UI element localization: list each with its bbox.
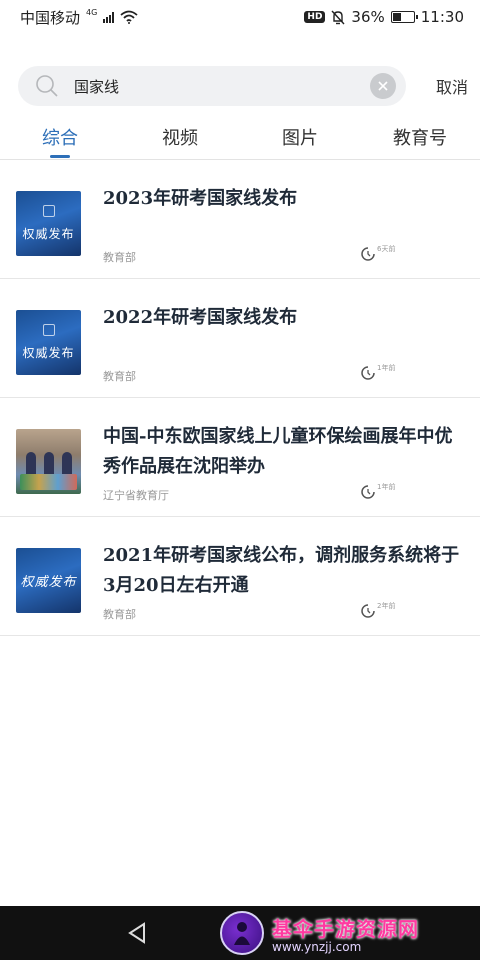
tab-images[interactable]: 图片 xyxy=(240,118,360,159)
photo-figure xyxy=(44,452,54,476)
search-input[interactable]: 国家线 xyxy=(74,76,370,97)
list-item[interactable]: 权威发布 2023年研考国家线发布 教育部 6天前 xyxy=(0,160,480,279)
thumbnail-label: 权威发布 xyxy=(20,575,77,590)
photo-figure xyxy=(62,452,72,476)
watermark-logo-icon xyxy=(220,911,264,955)
signal-icon xyxy=(103,11,115,23)
search-box[interactable]: 国家线 xyxy=(18,66,406,106)
mute-bell-icon xyxy=(331,10,345,24)
clock-icon xyxy=(361,604,375,618)
emblem-icon xyxy=(42,324,55,336)
item-time-text: 1年前 xyxy=(377,483,396,491)
item-time-text: 6天前 xyxy=(377,245,396,253)
status-right: HD 36% 11:30 xyxy=(304,8,464,26)
thumbnail-label: 权威发布 xyxy=(22,346,75,360)
thumbnail: 权威发布 xyxy=(16,191,81,256)
back-icon[interactable] xyxy=(126,921,148,945)
status-left: 中国移动 4G xyxy=(20,7,138,28)
list-item[interactable]: 权威发布 2022年研考国家线发布 教育部 1年前 xyxy=(0,279,480,398)
status-bar: 中国移动 4G HD 36% 11:30 xyxy=(0,0,480,34)
battery-percent: 36% xyxy=(351,8,385,26)
thumbnail: 权威发布 xyxy=(16,548,81,613)
item-source: 教育部 xyxy=(103,251,136,264)
tab-all[interactable]: 综合 xyxy=(0,118,120,159)
item-title: 2022年研考国家线发布 xyxy=(103,307,298,328)
item-source: 教育部 xyxy=(103,370,136,383)
item-source: 教育部 xyxy=(103,608,136,621)
list-item[interactable]: 权威发布 2021年研考国家线公布，调剂服务系统将于3月20日左右开通 教育部 … xyxy=(0,517,480,636)
system-nav-bar: 基伞手游资源网 www.ynzjj.com xyxy=(0,906,480,960)
clock-icon xyxy=(361,485,375,499)
item-time: 1年前 xyxy=(360,364,396,381)
watermark: 基伞手游资源网 www.ynzjj.com xyxy=(220,908,470,958)
watermark-url: www.ynzjj.com xyxy=(272,939,362,954)
thumbnail-photo xyxy=(16,429,81,494)
watermark-title: 基伞手游资源网 xyxy=(272,916,419,941)
figure-icon xyxy=(234,922,250,945)
thumbnail: 权威发布 xyxy=(16,310,81,375)
item-source: 辽宁省教育厅 xyxy=(103,489,169,502)
item-time: 2年前 xyxy=(360,602,396,619)
network-type: 4G xyxy=(86,7,98,17)
close-icon xyxy=(378,81,388,91)
result-list: 权威发布 2023年研考国家线发布 教育部 6天前 权威发布 2022年研考国家… xyxy=(0,160,480,636)
carrier-name: 中国移动 xyxy=(20,8,81,27)
tab-education-accounts[interactable]: 教育号 xyxy=(360,118,480,159)
wifi-icon xyxy=(120,10,138,24)
item-time-text: 1年前 xyxy=(377,364,396,372)
item-time-text: 2年前 xyxy=(377,602,396,610)
photo-exhibit xyxy=(20,474,77,490)
item-title: 中国-中东欧国家线上儿童环保绘画展年中优秀作品展在沈阳举办 xyxy=(103,426,453,477)
item-title: 2023年研考国家线发布 xyxy=(103,188,298,209)
clock-icon xyxy=(361,366,375,380)
search-icon xyxy=(36,75,58,97)
emblem-icon xyxy=(42,205,55,217)
photo-figure xyxy=(26,452,36,476)
clock-icon xyxy=(361,247,375,261)
hd-badge: HD xyxy=(304,11,326,23)
list-item[interactable]: 中国-中东欧国家线上儿童环保绘画展年中优秀作品展在沈阳举办 辽宁省教育厅 1年前 xyxy=(0,398,480,517)
battery-icon xyxy=(390,11,418,23)
item-time: 1年前 xyxy=(360,483,396,500)
thumbnail-label: 权威发布 xyxy=(22,227,75,241)
tab-bar: 综合 视频 图片 教育号 xyxy=(0,118,480,160)
item-time: 6天前 xyxy=(360,245,396,262)
item-title: 2021年研考国家线公布，调剂服务系统将于3月20日左右开通 xyxy=(103,545,460,596)
search-row: 国家线 取消 xyxy=(18,66,468,106)
battery-fill xyxy=(392,13,401,21)
clear-search-button[interactable] xyxy=(370,73,396,99)
tab-video[interactable]: 视频 xyxy=(120,118,240,159)
watermark-text: 基伞手游资源网 www.ynzjj.com xyxy=(272,913,419,954)
clock-time: 11:30 xyxy=(420,8,464,26)
cancel-button[interactable]: 取消 xyxy=(436,74,468,98)
